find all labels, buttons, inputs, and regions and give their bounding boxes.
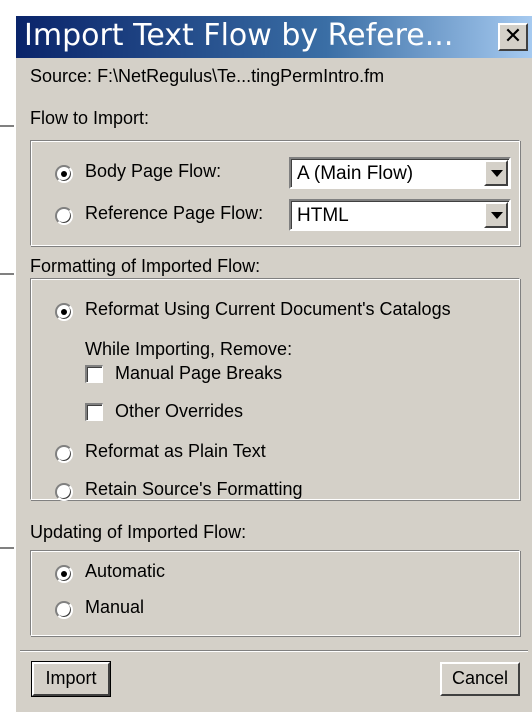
- source-label: Source:: [30, 66, 93, 86]
- automatic-label[interactable]: Automatic: [85, 561, 165, 582]
- body-page-flow-value: A (Main Flow): [297, 163, 414, 184]
- cancel-button[interactable]: Cancel: [440, 662, 520, 696]
- while-importing-label: While Importing, Remove:: [85, 339, 293, 359]
- manual-page-breaks-checkbox[interactable]: [85, 365, 103, 383]
- import-text-flow-dialog: Import Text Flow by Refere... ✕ Source: …: [14, 14, 532, 712]
- plain-text-label[interactable]: Reformat as Plain Text: [85, 441, 266, 462]
- title-bar[interactable]: Import Text Flow by Refere... ✕: [16, 16, 532, 58]
- reference-page-flow-select[interactable]: HTML: [289, 199, 511, 231]
- other-overrides-label[interactable]: Other Overrides: [115, 401, 243, 422]
- other-overrides-checkbox[interactable]: [85, 403, 103, 421]
- plain-text-radio[interactable]: [55, 445, 73, 463]
- manual-label[interactable]: Manual: [85, 597, 144, 618]
- close-icon: ✕: [503, 24, 523, 49]
- dropdown-arrow-icon[interactable]: [484, 160, 508, 186]
- body-page-flow-radio[interactable]: [55, 165, 73, 183]
- formatting-group: Reformat Using Current Document's Catalo…: [30, 278, 520, 501]
- updating-group: Automatic Manual: [30, 550, 520, 636]
- close-button[interactable]: ✕: [498, 23, 528, 51]
- formatting-heading: Formatting of Imported Flow:: [30, 256, 261, 276]
- import-button[interactable]: Import: [31, 661, 111, 697]
- automatic-radio[interactable]: [55, 565, 73, 583]
- manual-page-breaks-label[interactable]: Manual Page Breaks: [115, 363, 282, 384]
- button-separator: [20, 650, 528, 652]
- reference-page-flow-label[interactable]: Reference Page Flow:: [85, 203, 263, 224]
- retain-source-radio[interactable]: [55, 483, 73, 501]
- reference-page-flow-value: HTML: [297, 205, 349, 226]
- body-page-flow-label[interactable]: Body Page Flow:: [85, 161, 221, 182]
- reformat-catalogs-label[interactable]: Reformat Using Current Document's Catalo…: [85, 299, 451, 320]
- flow-to-import-group: Body Page Flow: A (Main Flow) Reference …: [30, 140, 520, 246]
- body-page-flow-select[interactable]: A (Main Flow): [289, 157, 511, 189]
- source-row: Source: F:\NetRegulus\Te...tingPermIntro…: [30, 66, 384, 87]
- reformat-catalogs-radio[interactable]: [55, 303, 73, 321]
- reference-page-flow-radio[interactable]: [55, 207, 73, 225]
- flow-to-import-heading: Flow to Import:: [30, 108, 150, 128]
- dropdown-arrow-icon[interactable]: [484, 202, 508, 228]
- retain-source-label[interactable]: Retain Source's Formatting: [85, 479, 303, 500]
- source-path: F:\NetRegulus\Te...tingPermIntro.fm: [97, 66, 385, 86]
- dialog-title: Import Text Flow by Refere...: [24, 18, 454, 53]
- updating-heading: Updating of Imported Flow:: [30, 522, 247, 542]
- manual-radio[interactable]: [55, 601, 73, 619]
